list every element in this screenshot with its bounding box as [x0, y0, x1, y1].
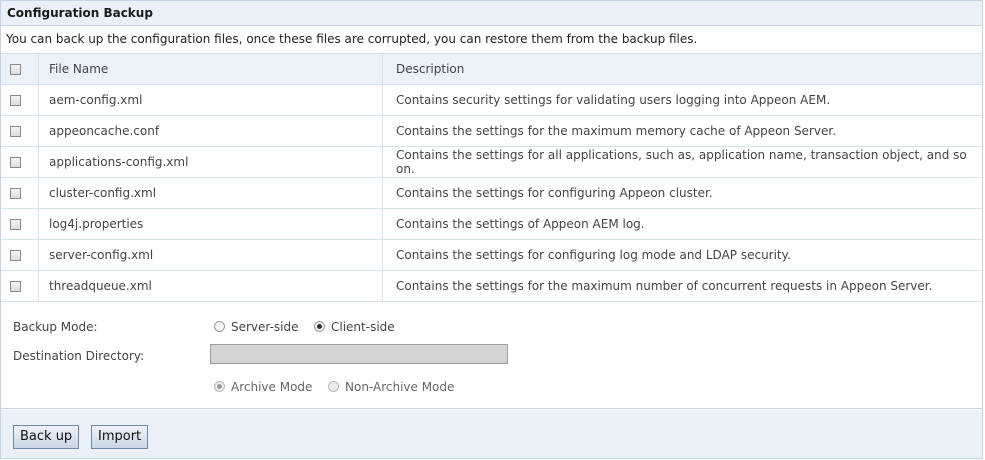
row-checkbox[interactable] — [10, 94, 21, 106]
description-cell: Contains the settings for all applicatio… — [382, 146, 982, 178]
select-all-checkbox[interactable] — [10, 63, 21, 75]
client-side-option[interactable]: Client-side — [314, 319, 395, 334]
description-cell: Contains the settings for the maximum me… — [382, 115, 982, 147]
non-archive-mode-radio — [328, 381, 339, 392]
file-name-cell: cluster-config.xml — [38, 177, 383, 209]
description-cell: Contains the settings of Appeon AEM log. — [382, 208, 982, 240]
client-side-radio[interactable] — [314, 321, 325, 332]
file-table: File Name Description aem-config.xml Cont… — [1, 54, 982, 302]
table-row: aem-config.xml Contains security settings… — [1, 84, 982, 116]
table-row: threadqueue.xml Contains the settings for… — [1, 270, 982, 302]
table-row: server-config.xml Contains the settings f… — [1, 239, 982, 271]
destination-directory-label: Destination Directory: — [13, 349, 145, 363]
description-cell: Contains the settings for configuring lo… — [382, 239, 982, 271]
panel-intro: You can back up the configuration files,… — [1, 26, 982, 54]
table-row: log4j.properties Contains the settings of… — [1, 208, 982, 240]
description-cell: Contains the settings for the maximum nu… — [382, 270, 982, 302]
backup-mode-label: Backup Mode: — [13, 320, 98, 334]
back-up-button[interactable]: Back up — [13, 425, 80, 449]
table-row: appeoncache.conf Contains the settings fo… — [1, 115, 982, 147]
table-header-row: File Name Description — [1, 54, 982, 85]
row-checkbox[interactable] — [10, 156, 21, 168]
row-checkbox[interactable] — [10, 218, 21, 230]
file-name-cell: applications-config.xml — [38, 146, 383, 178]
panel-title: Configuration Backup — [1, 1, 982, 26]
file-name-cell: appeoncache.conf — [38, 115, 383, 147]
row-checkbox[interactable] — [10, 187, 21, 199]
row-checkbox[interactable] — [10, 125, 21, 137]
description-cell: Contains the settings for configuring Ap… — [382, 177, 982, 209]
row-checkbox[interactable] — [10, 280, 21, 292]
configuration-backup-panel: Configuration Backup You can back up the… — [0, 0, 983, 459]
file-name-cell: threadqueue.xml — [38, 270, 383, 302]
header-file-name: File Name — [38, 54, 383, 85]
destination-directory-field — [210, 344, 508, 364]
description-cell: Contains security settings for validatin… — [382, 84, 982, 116]
import-button[interactable]: Import — [91, 425, 149, 449]
file-name-cell: log4j.properties — [38, 208, 383, 240]
table-row: applications-config.xml Contains the sett… — [1, 146, 982, 178]
non-archive-mode-option: Non-Archive Mode — [328, 379, 454, 394]
file-name-cell: aem-config.xml — [38, 84, 383, 116]
archive-mode-option: Archive Mode — [214, 379, 312, 394]
file-name-cell: server-config.xml — [38, 239, 383, 271]
button-bar: Back up Import — [1, 410, 982, 458]
server-side-option[interactable]: Server-side — [214, 319, 299, 334]
row-checkbox[interactable] — [10, 249, 21, 261]
backup-options: Backup Mode: Server-side Client-side Des… — [1, 302, 982, 409]
table-row: cluster-config.xml Contains the settings … — [1, 177, 982, 209]
server-side-radio[interactable] — [214, 321, 225, 332]
header-description: Description — [382, 54, 982, 85]
archive-mode-radio — [214, 381, 225, 392]
